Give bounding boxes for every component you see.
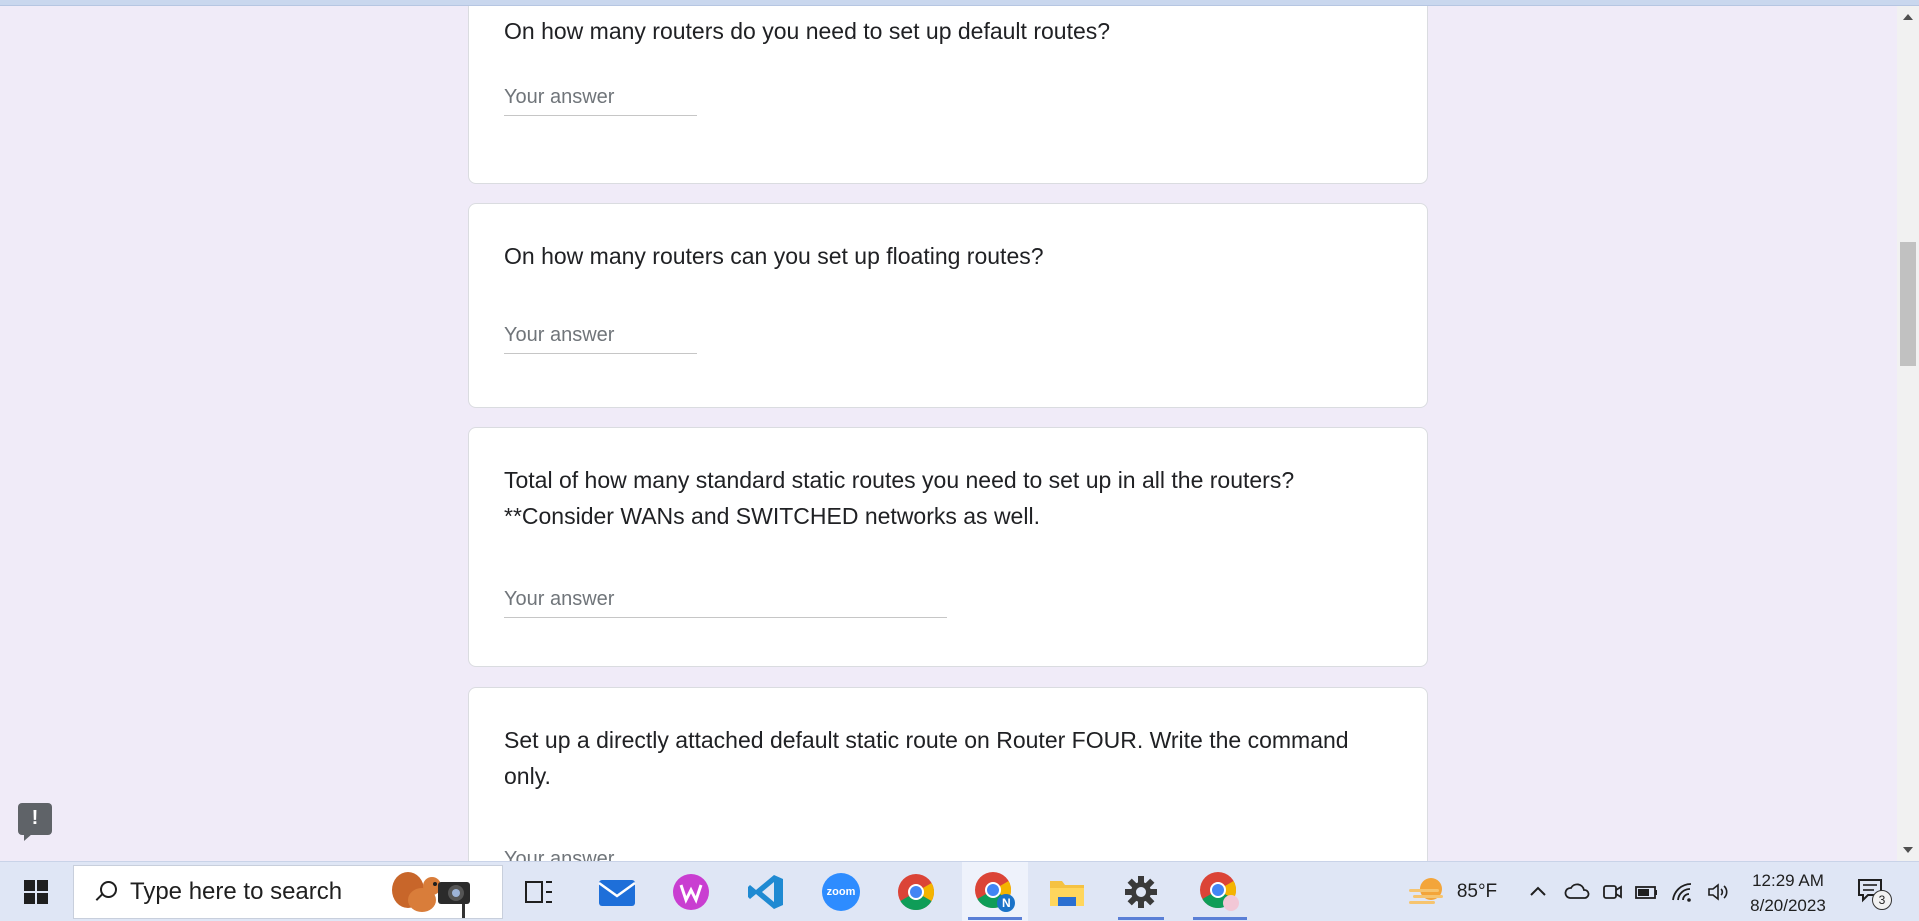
chrome-icon xyxy=(898,874,935,911)
running-app-indicator xyxy=(1118,917,1164,920)
running-app-indicator xyxy=(1193,917,1247,920)
zoom-app-button[interactable]: zoom xyxy=(812,862,870,921)
question-card-floating-routes: On how many routers can you set up float… xyxy=(468,203,1428,408)
scroll-up-arrow-icon[interactable] xyxy=(1903,14,1913,20)
taskbar-search-input[interactable] xyxy=(130,878,370,906)
chrome-button[interactable] xyxy=(887,862,945,921)
start-button[interactable] xyxy=(14,862,58,921)
gear-icon xyxy=(1125,876,1157,908)
vscode-button[interactable] xyxy=(737,862,795,921)
question-card-static-routes-total: Total of how many standard static routes… xyxy=(468,427,1428,667)
question-card-router-four-command: Set up a directly attached default stati… xyxy=(468,687,1428,861)
question-text: Set up a directly attached default stati… xyxy=(504,727,1349,789)
vscode-icon xyxy=(748,875,783,909)
answer-field-wrapper xyxy=(504,318,697,354)
settings-button[interactable] xyxy=(1112,862,1170,921)
mail-app-button[interactable] xyxy=(588,862,646,921)
show-hidden-icons-chevron-up-icon[interactable] xyxy=(1526,880,1550,904)
answer-input[interactable] xyxy=(504,842,947,861)
windows-taskbar: zoom N xyxy=(0,861,1919,921)
wps-office-button[interactable] xyxy=(662,862,720,921)
weather-temperature: 85°F xyxy=(1456,881,1498,902)
volume-speaker-icon[interactable] xyxy=(1706,880,1732,904)
file-explorer-button[interactable] xyxy=(1038,862,1096,921)
report-feedback-button[interactable]: ! xyxy=(18,803,52,841)
onedrive-cloud-icon[interactable] xyxy=(1564,880,1590,904)
windows-logo-icon xyxy=(24,880,48,904)
page-scrollbar[interactable] xyxy=(1897,6,1919,861)
mail-icon xyxy=(598,880,636,906)
question-text: On how many routers do you need to set u… xyxy=(504,18,1111,44)
task-view-icon xyxy=(525,881,552,903)
wps-office-icon xyxy=(673,874,709,910)
weather-haze-icon xyxy=(1408,878,1443,904)
question-text: Total of how many standard static routes… xyxy=(504,467,1295,529)
zoom-icon: zoom xyxy=(822,873,860,911)
answer-field-wrapper xyxy=(504,582,947,618)
taskbar-clock[interactable]: 12:29 AM 8/20/2023 xyxy=(1738,868,1838,918)
question-card-default-routes: On how many routers do you need to set u… xyxy=(468,6,1428,184)
battery-icon[interactable] xyxy=(1634,880,1660,904)
search-icon xyxy=(92,879,118,905)
answer-field-wrapper xyxy=(504,842,947,861)
profile-badge-letter: N xyxy=(1002,896,1011,910)
answer-input[interactable] xyxy=(504,582,947,617)
scrollbar-thumb[interactable] xyxy=(1900,242,1916,366)
answer-input[interactable] xyxy=(504,318,697,353)
chrome-profile-icon xyxy=(1200,872,1239,911)
notification-center-button[interactable]: 3 xyxy=(1856,876,1892,910)
system-tray xyxy=(1526,862,1732,921)
task-view-button[interactable] xyxy=(510,862,568,921)
search-highlight-squirrel-icon xyxy=(392,872,470,918)
answer-field-wrapper xyxy=(504,80,697,116)
notification-count-badge: 3 xyxy=(1872,890,1892,910)
chrome-profile-2-button[interactable] xyxy=(1187,862,1253,921)
weather-widget[interactable]: 85°F xyxy=(1392,862,1512,921)
active-app-indicator xyxy=(968,917,1022,920)
folder-icon xyxy=(1050,881,1084,906)
question-text: On how many routers can you set up float… xyxy=(504,243,1044,269)
taskbar-search-box[interactable] xyxy=(73,865,503,919)
chrome-profile-n-button[interactable]: N xyxy=(962,862,1028,921)
clock-date: 8/20/2023 xyxy=(1750,896,1826,915)
meet-now-camera-icon[interactable] xyxy=(1600,880,1624,904)
scroll-down-arrow-icon[interactable] xyxy=(1903,847,1913,853)
wifi-icon[interactable] xyxy=(1670,880,1696,904)
form-viewport: On how many routers do you need to set u… xyxy=(0,6,1897,861)
answer-input[interactable] xyxy=(504,80,697,115)
clock-time: 12:29 AM xyxy=(1752,871,1824,890)
